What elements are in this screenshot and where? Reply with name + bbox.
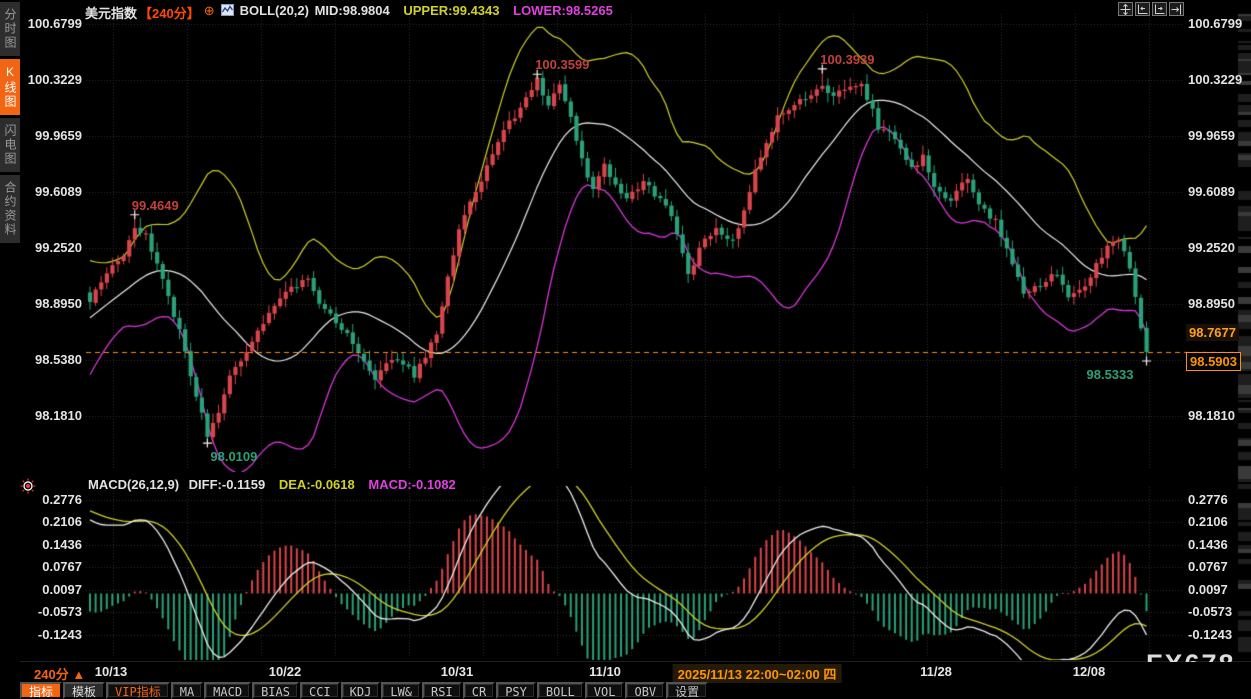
boll-upper-value: UPPER:99.4343 bbox=[403, 3, 499, 18]
x-axis-current-range: 2025/11/13 22:00~02:00 四 bbox=[673, 664, 842, 683]
price-annotation: 98.5333 bbox=[1087, 367, 1134, 382]
tab-time-chart[interactable]: 分时图 bbox=[0, 2, 20, 56]
macd-axis-label-left: -0.0573 bbox=[24, 604, 82, 620]
toolbar-psy[interactable]: PSY bbox=[496, 682, 536, 699]
toolbar-cr[interactable]: CR bbox=[463, 682, 495, 699]
toolbar-indicator[interactable]: 指标 bbox=[20, 682, 62, 699]
toolbar-vip-indicator[interactable]: VIP指标 bbox=[106, 682, 170, 699]
toolbar-rsi[interactable]: RSI bbox=[422, 682, 462, 699]
price-annotation: 99.4649 bbox=[132, 198, 179, 213]
price-axis-label-left: 100.3229 bbox=[24, 72, 82, 88]
x-axis-label: 12/08 bbox=[1073, 664, 1106, 679]
chart-header: 美元指数【240分】 ⊕ BOLL(20,2) MID:98.9804 UPPER:… bbox=[85, 3, 613, 22]
last-price-tag: 98.5903 bbox=[1186, 352, 1241, 371]
price-axis-label-left: 99.6089 bbox=[24, 184, 82, 200]
macd-diff-value: DIFF:-0.1159 bbox=[189, 477, 266, 492]
chart-tools bbox=[1118, 2, 1184, 16]
x-axis-label: 10/13 bbox=[95, 664, 128, 679]
macd-axis-label-left: 0.0767 bbox=[24, 559, 82, 575]
x-axis-label: 11/28 bbox=[920, 664, 952, 679]
price-annotation: 100.3599 bbox=[535, 57, 589, 72]
period-selector[interactable]: 240分 ▲ bbox=[34, 664, 85, 683]
sidebar: 分时图 K线图闪电图合约资料 bbox=[0, 0, 20, 699]
period-badge: 【240分】 bbox=[139, 6, 200, 21]
price-axis-label-left: 99.2520 bbox=[24, 240, 82, 256]
macd-macd-value: MACD:-0.1082 bbox=[368, 477, 455, 492]
macd-axis-label-left: 0.0097 bbox=[24, 582, 82, 598]
toolbar-template[interactable]: 模板 bbox=[63, 682, 105, 699]
pan-tool-icon[interactable] bbox=[1118, 2, 1133, 16]
toolbar-macd[interactable]: MACD bbox=[204, 682, 251, 699]
price-axis-label-left: 100.6799 bbox=[24, 16, 82, 32]
x-axis: 240分 ▲ 10/13 10/22 10/31 11/10 2025/11/13 22… bbox=[20, 662, 1251, 682]
scroll-left-icon[interactable] bbox=[1135, 2, 1150, 16]
x-axis-label: 11/10 bbox=[589, 664, 621, 679]
price-annotation: 98.0109 bbox=[210, 449, 257, 464]
symbol-title: 美元指数 bbox=[85, 6, 137, 21]
price-axis-label-left: 98.5380 bbox=[24, 352, 82, 368]
tab-contract-info[interactable]: 合约资料 bbox=[0, 175, 20, 243]
boll-label: BOLL(20,2) bbox=[240, 3, 309, 18]
toolbar-kdj[interactable]: KDJ bbox=[341, 682, 381, 699]
macd-dea-value: DEA:-0.0618 bbox=[279, 477, 355, 492]
scroll-right-icon[interactable] bbox=[1152, 2, 1167, 16]
x-axis-label: 10/22 bbox=[269, 664, 302, 679]
macd-header: MACD(26,12,9) DIFF:-0.1159 DEA:-0.0618 M… bbox=[88, 477, 456, 492]
goto-latest-icon[interactable] bbox=[1169, 2, 1184, 16]
macd-name: MACD(26,12,9) bbox=[88, 477, 179, 492]
right-scroll-strip[interactable] bbox=[1238, 14, 1251, 658]
toolbar-obv[interactable]: OBV bbox=[625, 682, 665, 699]
price-annotation: 100.3939 bbox=[820, 52, 874, 67]
tab-flash-chart[interactable]: 闪电图 bbox=[0, 118, 20, 172]
toolbar-cci[interactable]: CCI bbox=[300, 682, 340, 699]
toolbar-boll[interactable]: BOLL bbox=[537, 682, 584, 699]
indicator-toolbar: 指标模板VIP指标MAMACDBIASCCIKDJLW&RSICRPSYBOLL… bbox=[20, 682, 709, 699]
toolbar-vol[interactable]: VOL bbox=[585, 682, 625, 699]
macd-axis-label-left: -0.1243 bbox=[24, 627, 82, 643]
x-axis-label: 10/31 bbox=[441, 664, 474, 679]
macd-axis-label-left: 0.2106 bbox=[24, 514, 82, 530]
add-indicator-icon[interactable]: ⊕ bbox=[204, 3, 215, 19]
tab-kline-chart[interactable]: K线图 bbox=[0, 59, 20, 115]
trading-app: 分时图 K线图闪电图合约资料 美元指数【240分】 ⊕ BOLL(20,2) MID:… bbox=[0, 0, 1251, 699]
boll-lower-value: LOWER:98.5265 bbox=[513, 3, 613, 18]
price-axis-label-left: 99.9659 bbox=[24, 128, 82, 144]
boll-mid-value: MID:98.9804 bbox=[315, 3, 390, 18]
toolbar-bias[interactable]: BIAS bbox=[252, 682, 299, 699]
red-alert-dot-icon bbox=[20, 478, 36, 499]
boll-chart-icon bbox=[221, 4, 234, 16]
toolbar-settings[interactable]: 设置 bbox=[666, 682, 708, 699]
price-axis-label-left: 98.8950 bbox=[24, 296, 82, 312]
price-chart-canvas[interactable] bbox=[0, 0, 1251, 662]
reference-price-tag: 98.7677 bbox=[1186, 324, 1239, 341]
price-axis-label-left: 98.1810 bbox=[24, 408, 82, 424]
toolbar-ma[interactable]: MA bbox=[171, 682, 203, 699]
toolbar-lwr[interactable]: LW& bbox=[381, 682, 421, 699]
macd-axis-label-left: 0.1436 bbox=[24, 537, 82, 553]
